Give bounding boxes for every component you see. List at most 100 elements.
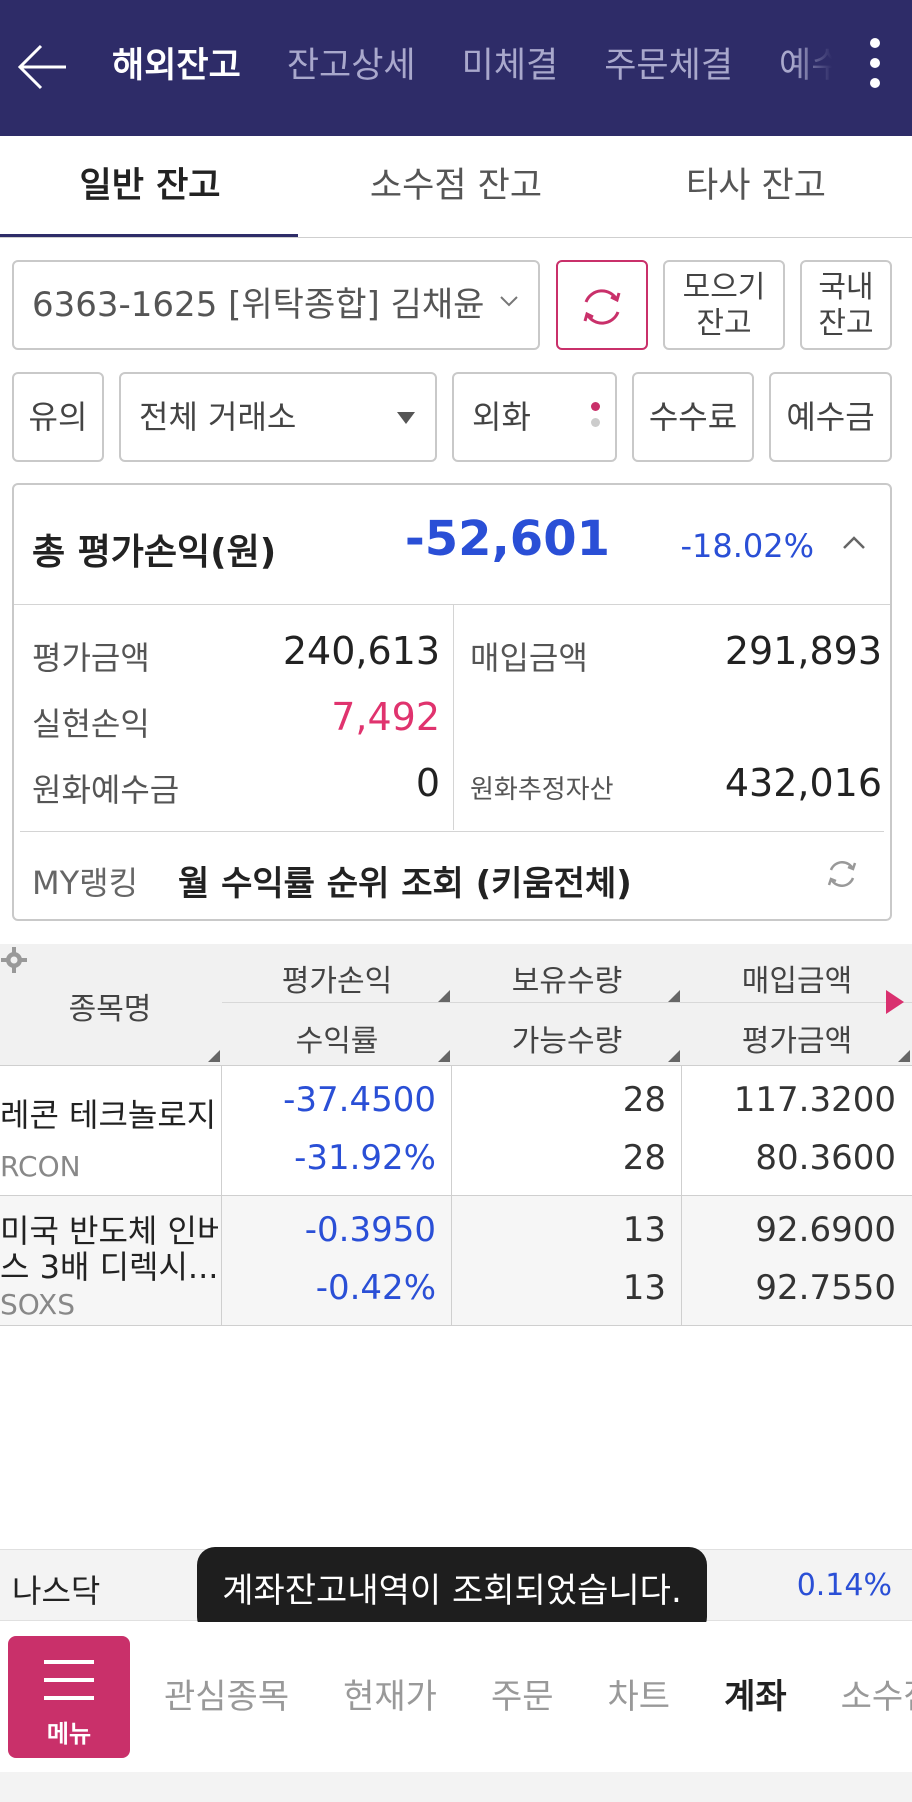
summary-grid: 평가금액 240,613 매입금액 291,893 실현손익 7,492 원화예… [14, 605, 890, 830]
nav-watchlist[interactable]: 관심종목 [164, 1622, 289, 1772]
nav-fractional[interactable]: 소수점 [841, 1622, 912, 1772]
index-rate: 0.14% [796, 1568, 892, 1603]
stock-name-line-2: 스 3배 디렉시... [0, 1248, 218, 1286]
menu-button[interactable]: 메뉴 [8, 1636, 130, 1758]
krw-deposit-label: 원화예수금 [32, 771, 180, 809]
column-header-pl[interactable]: 평가손익 [222, 956, 452, 1000]
purchase-amount-value: 291,893 [724, 629, 882, 673]
summary-title: 총 평가손익(원) [32, 532, 277, 573]
row-pl: -37.4500 [283, 1080, 436, 1120]
deposit-button[interactable]: 예수금 [769, 372, 892, 462]
krw-est-assets-value: 432,016 [724, 761, 882, 805]
nav-order[interactable]: 주문 [491, 1622, 554, 1772]
row-purchase: 117.3200 [733, 1080, 896, 1120]
subtab-other-broker-balance[interactable]: 타사 잔고 [606, 136, 906, 238]
table-row[interactable]: 레콘 테크놀로지 RCON -37.4500 -31.92% 28 28 117… [0, 1066, 912, 1196]
stock-code: RCON [0, 1150, 81, 1183]
refresh-icon[interactable] [824, 856, 860, 892]
hamburger-icon [44, 1660, 94, 1664]
column-header-name[interactable]: 종목명 [0, 984, 220, 1028]
my-ranking-label: MY랭킹 [32, 864, 139, 902]
caution-button[interactable]: 유의 [12, 372, 104, 462]
stock-name: 레콘 테크놀로지 [0, 1096, 217, 1134]
refresh-button[interactable] [556, 260, 648, 350]
sort-corner-icon [438, 990, 450, 1002]
row-avail: 28 [622, 1138, 666, 1178]
stock-code: SOXS [0, 1288, 75, 1321]
balance-subtabs: 일반 잔고 소수점 잔고 타사 잔고 [0, 136, 912, 238]
hamburger-icon [44, 1696, 94, 1700]
my-ranking-row[interactable]: MY랭킹 월 수익률 순위 조회 (키움전체) [20, 831, 884, 919]
tab-balance-detail[interactable]: 잔고상세 [287, 0, 416, 132]
column-divider [681, 1066, 682, 1196]
realized-pl-label: 실현손익 [32, 705, 150, 743]
account-label: 6363-1625 [위탁종합] 김채윤 [32, 285, 485, 325]
eval-amount-label: 평가금액 [32, 639, 150, 677]
summary-header[interactable]: 총 평가손익(원) -52,601 -18.02% [14, 485, 890, 605]
toggle-dots-icon [591, 402, 601, 434]
sort-corner-icon [668, 990, 680, 1002]
back-arrow-icon[interactable] [14, 38, 72, 96]
gear-icon[interactable] [0, 946, 28, 974]
savings-balance-label-2: 잔고 [696, 306, 752, 341]
currency-label: 외화 [472, 398, 531, 436]
more-vertical-icon[interactable] [862, 38, 888, 98]
tab-order-filled[interactable]: 주문체결 [604, 0, 733, 132]
dropdown-triangle-icon [397, 412, 415, 424]
column-header-avail[interactable]: 가능수량 [452, 1016, 682, 1060]
chevron-down-icon [500, 296, 518, 307]
menu-label: 메뉴 [46, 1720, 92, 1748]
table-row[interactable]: 미국 반도체 인버 스 3배 디렉시... SOXS -0.3950 -0.42… [0, 1196, 912, 1326]
tab-unfilled[interactable]: 미체결 [462, 0, 559, 132]
column-header-purchase[interactable]: 매입금액 [682, 956, 912, 1000]
top-tab-bar: 해외잔고잔고상세미체결주문체결예수금 [112, 0, 832, 136]
summary-divider [453, 605, 454, 830]
summary-card: 총 평가손익(원) -52,601 -18.02% 평가금액 240,613 매… [12, 483, 892, 921]
table-header: 종목명 평가손익 수익률 보유수량 가능수량 매입금액 평가금액 [0, 944, 912, 1066]
refresh-icon [583, 289, 621, 325]
total-profit-loss: -52,601 [404, 511, 610, 567]
active-subtab-indicator [0, 234, 298, 237]
row-qty: 13 [622, 1210, 666, 1250]
scroll-right-icon[interactable] [886, 990, 904, 1014]
chevron-up-icon[interactable] [840, 529, 868, 557]
exchange-select[interactable]: 전체 거래소 [119, 372, 437, 462]
hamburger-icon [44, 1678, 94, 1682]
currency-toggle[interactable]: 외화 [452, 372, 617, 462]
nav-chart[interactable]: 차트 [608, 1622, 671, 1772]
subtab-general-balance[interactable]: 일반 잔고 [0, 136, 300, 238]
bottom-nav-items: 관심종목 현재가 주문 차트 계좌 소수점 [164, 1622, 912, 1772]
savings-balance-label-1: 모으기 [682, 270, 766, 305]
column-divider [221, 1196, 222, 1326]
column-header-eval[interactable]: 평가금액 [682, 1016, 912, 1060]
row-rate: -31.92% [294, 1138, 436, 1178]
tab-fade [792, 0, 832, 136]
sort-corner-icon [898, 1050, 910, 1062]
row-eval: 92.7550 [755, 1268, 896, 1308]
krw-est-assets-label: 원화추정자산 [470, 775, 614, 805]
column-divider [451, 1066, 452, 1196]
top-app-bar: 해외잔고잔고상세미체결주문체결예수금 [0, 0, 912, 136]
row-qty: 28 [622, 1080, 666, 1120]
monthly-ranking-link[interactable]: 월 수익률 순위 조회 (키움전체) [178, 856, 632, 905]
row-purchase: 92.6900 [755, 1210, 896, 1250]
row-pl: -0.3950 [304, 1210, 436, 1250]
fee-button[interactable]: 수수료 [632, 372, 754, 462]
row-avail: 13 [622, 1268, 666, 1308]
savings-balance-button[interactable]: 모으기 잔고 [663, 260, 785, 350]
domestic-balance-label-2: 잔고 [818, 306, 874, 341]
exchange-label: 전체 거래소 [139, 398, 297, 436]
domestic-balance-button[interactable]: 국내 잔고 [800, 260, 892, 350]
nav-current-price[interactable]: 현재가 [343, 1622, 437, 1772]
nav-account[interactable]: 계좌 [724, 1622, 787, 1772]
column-divider [221, 1066, 222, 1196]
account-select[interactable]: 6363-1625 [위탁종합] 김채윤 [12, 260, 540, 350]
tab-overseas-balance[interactable]: 해외잔고 [112, 0, 241, 132]
subtab-fractional-balance[interactable]: 소수점 잔고 [306, 136, 606, 238]
column-divider [681, 1196, 682, 1326]
eval-amount-value: 240,613 [282, 629, 440, 673]
column-header-qty[interactable]: 보유수량 [452, 956, 682, 1000]
column-header-rate[interactable]: 수익률 [222, 1016, 452, 1060]
column-divider [451, 1196, 452, 1326]
bottom-nav: 메뉴 관심종목 현재가 주문 차트 계좌 소수점 [0, 1622, 912, 1772]
